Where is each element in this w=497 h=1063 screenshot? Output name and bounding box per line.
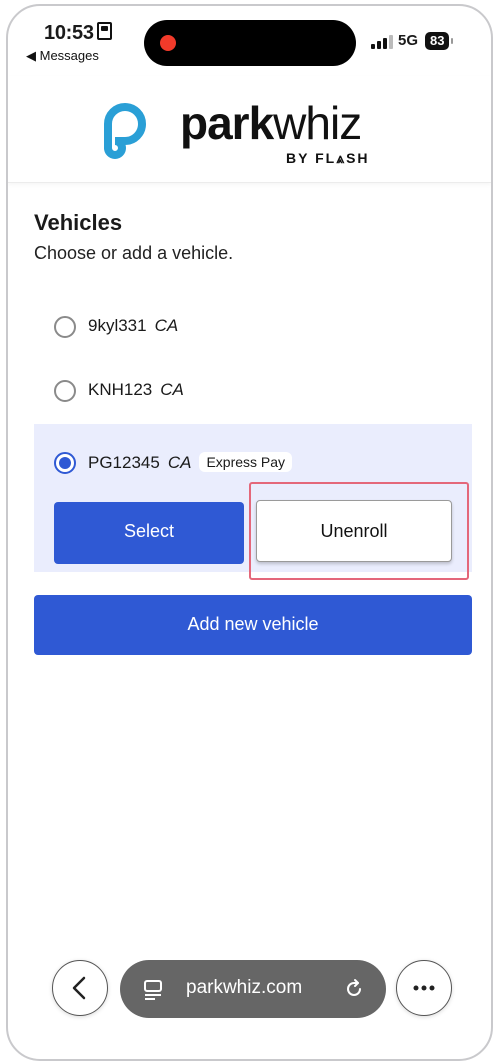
- radio-button[interactable]: [54, 452, 76, 474]
- phone-frame: 10:53 ◀ Messages 5G 83 parkwhiz BY FL⩓SH…: [6, 4, 493, 1061]
- vehicle-label: PG12345 CA Express Pay: [88, 452, 293, 473]
- select-button[interactable]: Select: [54, 502, 244, 564]
- dynamic-island: [144, 20, 356, 66]
- status-bar: 10:53 ◀ Messages 5G 83: [8, 6, 491, 76]
- browser-back-button[interactable]: [52, 960, 108, 1016]
- id-badge-icon: [96, 22, 112, 40]
- page-subtitle: Choose or add a vehicle.: [34, 243, 234, 263]
- page-title: Vehicles: [34, 210, 123, 235]
- battery-icon: 83: [425, 32, 455, 50]
- brand-wordmark[interactable]: parkwhiz: [180, 98, 362, 148]
- chevron-left-icon: [72, 976, 86, 1000]
- selected-vehicle-panel: PG12345 CA Express Pay Select Unenroll: [34, 424, 472, 580]
- express-pay-badge: Express Pay: [199, 452, 293, 472]
- reload-icon[interactable]: [342, 977, 366, 1001]
- browser-more-button[interactable]: [396, 960, 452, 1016]
- radio-button[interactable]: [54, 316, 76, 338]
- recording-indicator-icon: [160, 35, 176, 51]
- site-header: parkwhiz BY FL⩓SH: [8, 76, 491, 183]
- vehicle-label: KNH123 CA: [88, 380, 184, 399]
- brand-byline: BY FL⩓SH: [286, 150, 370, 166]
- vehicle-option[interactable]: KNH123 CA: [34, 362, 472, 422]
- back-to-messages-link[interactable]: ◀ Messages: [26, 48, 99, 64]
- unenroll-button[interactable]: Unenroll: [256, 500, 452, 562]
- page-menu-icon[interactable]: [142, 978, 164, 1000]
- network-type: 5G: [398, 32, 419, 49]
- clock: 10:53: [44, 22, 112, 45]
- signal-icon: [371, 35, 393, 49]
- vehicle-label: 9kyl331 CA: [88, 316, 179, 335]
- radio-button[interactable]: [54, 380, 76, 402]
- url-text: parkwhiz.com: [186, 977, 303, 998]
- address-bar[interactable]: parkwhiz.com: [120, 960, 386, 1018]
- ellipsis-icon: [413, 985, 435, 991]
- parkwhiz-logo-icon[interactable]: [94, 100, 156, 162]
- add-new-vehicle-button[interactable]: Add new vehicle: [34, 595, 472, 655]
- vehicle-option[interactable]: 9kyl331 CA: [34, 298, 472, 358]
